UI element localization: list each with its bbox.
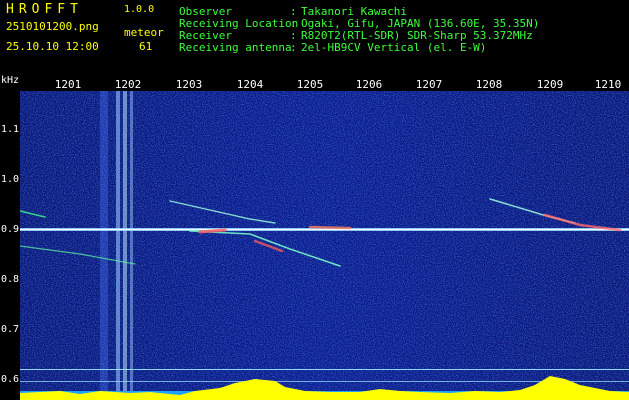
spectrogram-noise: [20, 91, 629, 400]
observer-value: Takanori Kawachi: [301, 5, 407, 18]
x-tick-label: 1209: [536, 78, 564, 91]
spectrogram: [20, 91, 629, 400]
app-logo: HROFFT: [6, 2, 83, 17]
y-tick-label: 1.1: [1, 124, 20, 135]
meteor-echo: [198, 228, 227, 234]
receiver-value: R820T2(RTL-SDR) SDR-Sharp 53.372MHz: [301, 29, 533, 42]
carrier-line-core: [20, 229, 629, 230]
y-tick-label: 0.8: [1, 274, 20, 285]
app-version: 1.0.0: [124, 4, 155, 15]
antenna-colon: :: [290, 41, 297, 54]
meteor-count: 61: [139, 40, 153, 53]
y-tick-label: 0.7: [1, 324, 20, 335]
file-name: 2510101200.png: [6, 20, 99, 33]
x-tick-label: 1210: [594, 78, 622, 91]
meteor-label: meteor: [124, 26, 164, 39]
x-tick-label: 1205: [296, 78, 324, 91]
location-colon: :: [290, 17, 297, 30]
y-tick-label: 1.0: [1, 174, 20, 185]
x-tick-label: 1204: [236, 78, 264, 91]
meteor-echo: [308, 225, 352, 230]
date-time: 25.10.10 12:00: [6, 40, 99, 53]
interference-band: [100, 91, 108, 391]
x-tick-label: 1207: [415, 78, 443, 91]
antenna-label: Receiving antenna: [179, 41, 292, 54]
interference-band: [130, 91, 133, 391]
baseline-line: [20, 369, 629, 370]
receiver-label: Receiver: [179, 29, 232, 42]
y-axis-unit: kHz: [1, 75, 20, 86]
location-value: Ogaki, Gifu, JAPAN (136.60E, 35.35N): [301, 17, 540, 30]
y-tick-label: 0.9: [1, 224, 20, 235]
x-tick-label: 1201: [54, 78, 82, 91]
x-tick-label: 1202: [114, 78, 142, 91]
x-tick-label: 1203: [175, 78, 203, 91]
receiver-colon: :: [290, 29, 297, 42]
location-label: Receiving Location: [179, 17, 299, 30]
interference-band: [116, 91, 120, 391]
observer-label: Observer: [179, 5, 232, 18]
interference-band: [123, 91, 127, 391]
header-panel: HROFFT 1.0.0 2510101200.png meteor 25.10…: [0, 0, 629, 72]
baseline-line: [20, 381, 629, 382]
observer-colon: :: [290, 5, 297, 18]
antenna-value: 2el-HB9CV Vertical (el. E-W): [301, 41, 487, 54]
x-tick-label: 1206: [355, 78, 383, 91]
x-tick-label: 1208: [475, 78, 503, 91]
y-tick-label: 0.6: [1, 374, 20, 385]
